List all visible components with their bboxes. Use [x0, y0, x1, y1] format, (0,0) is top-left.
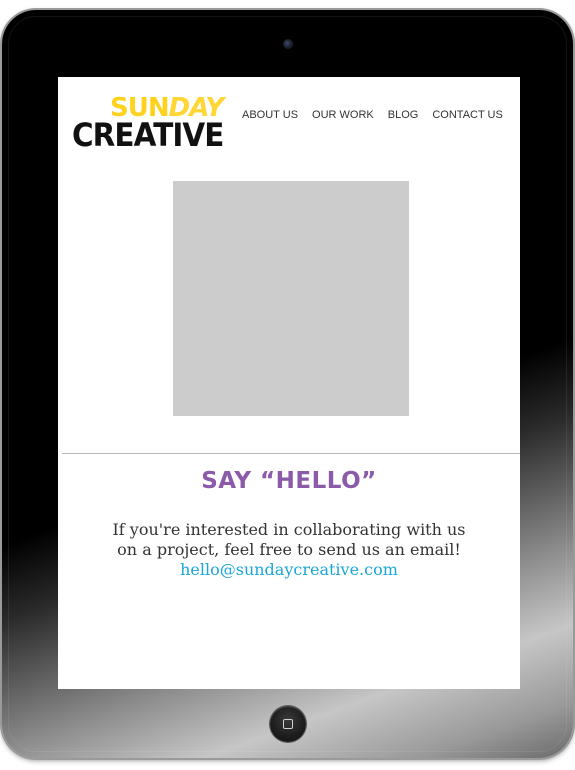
contact-message-line-2: on a project, feel free to send us an em…	[117, 540, 461, 559]
camera-icon	[284, 40, 292, 48]
section-divider	[62, 453, 520, 454]
nav-item-about-us[interactable]: ABOUT US	[242, 109, 298, 121]
home-button-icon	[283, 719, 293, 729]
main-nav: ABOUT US OUR WORK BLOG CONTACT US	[242, 109, 503, 121]
contact-title: SAY “HELLO”	[201, 468, 377, 494]
home-button[interactable]	[270, 706, 306, 742]
nav-item-our-work[interactable]: OUR WORK	[312, 109, 374, 121]
contact-message: If you're interested in collaborating wi…	[88, 520, 490, 580]
contact-message-line-1: If you're interested in collaborating wi…	[112, 520, 466, 539]
sunday-creative-logo[interactable]: SUNDAY CREATIVE	[72, 93, 224, 153]
contact-email-link[interactable]: hello@sundaycreative.com	[88, 560, 490, 580]
nav-item-blog[interactable]: BLOG	[388, 109, 419, 121]
tablet-screen: SUNDAY CREATIVE ABOUT US OUR WORK BLOG C…	[58, 77, 520, 689]
logo-bottom-text: CREATIVE	[72, 116, 224, 154]
nav-item-contact-us[interactable]: CONTACT US	[432, 109, 503, 121]
hero-image-placeholder	[173, 181, 409, 416]
